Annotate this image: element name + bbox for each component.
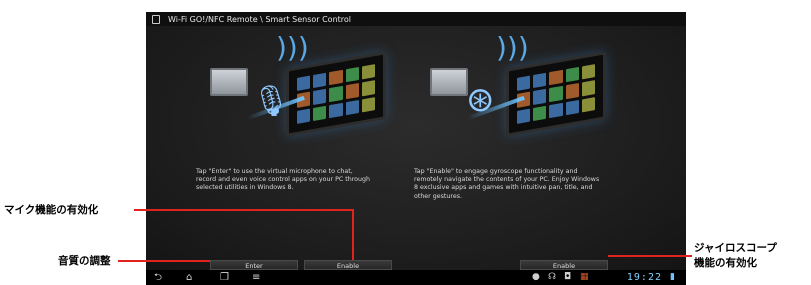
tablet-screen: Wi-Fi GO!/NFC Remote \ Smart Sensor Cont… xyxy=(146,12,686,285)
wireless-waves-icon: ))) xyxy=(276,31,309,64)
gyro-callout-line xyxy=(608,255,692,257)
back-icon[interactable]: ⮌ xyxy=(154,271,162,284)
headset-icon: ☊ xyxy=(548,272,556,282)
enter-button[interactable]: Enter xyxy=(210,260,298,270)
app-icon xyxy=(152,14,160,24)
pc-icon xyxy=(430,68,468,96)
microphone-enable-button[interactable]: Enable xyxy=(304,260,392,270)
battery-icon: ▮ xyxy=(670,272,675,282)
camera-icon: ◘ xyxy=(564,272,572,282)
app-notification-icon: ▦ xyxy=(580,272,589,282)
microphone-description: Tap "Enter" to use the virtual microphon… xyxy=(196,168,371,192)
pc-icon xyxy=(210,68,248,96)
wireless-waves-icon: ))) xyxy=(496,31,529,64)
notification-icon: ● xyxy=(532,272,540,282)
microphone-icon: 🎙 xyxy=(252,84,291,119)
microphone-illustration: ))) 🎙 xyxy=(206,31,386,142)
mic-callout-line-vertical xyxy=(352,209,354,260)
gyroscope-icon: ⊛ xyxy=(466,80,495,120)
mic-callout-line xyxy=(134,209,354,211)
gyroscope-illustration: ))) ⊛ xyxy=(426,31,606,142)
mic-enable-callout: マイク機能の有効化 xyxy=(4,204,99,216)
sound-adjust-callout: 音質の調整 xyxy=(58,255,111,267)
tablet-icon xyxy=(286,51,386,137)
gyro-enable-callout-line2: 機能の有効化 xyxy=(694,257,757,269)
sound-callout-line xyxy=(118,260,210,262)
smart-sensor-panel: ))) 🎙 ))) ⊛ Tap "Enter" to use the virtu… xyxy=(146,26,686,270)
menu-icon[interactable]: ≡ xyxy=(252,271,260,284)
gyroscope-description: Tap "Enable" to engage gyroscope functio… xyxy=(414,168,600,200)
home-icon[interactable]: ⌂ xyxy=(186,271,192,284)
gyro-enable-callout-line1: ジャイロスコープ xyxy=(694,242,777,254)
status-clock: 19:22 xyxy=(626,272,662,283)
window-title: Wi-Fi GO!/NFC Remote \ Smart Sensor Cont… xyxy=(168,14,352,24)
android-navigation-bar: ⮌ ⌂ ❐ ≡ ● ☊ ◘ ▦ 19:22 ▮ xyxy=(146,270,686,285)
title-bar: Wi-Fi GO!/NFC Remote \ Smart Sensor Cont… xyxy=(146,12,686,26)
recent-apps-icon[interactable]: ❐ xyxy=(220,271,229,284)
gyroscope-enable-button[interactable]: Enable xyxy=(520,260,608,270)
tablet-icon xyxy=(506,51,606,137)
